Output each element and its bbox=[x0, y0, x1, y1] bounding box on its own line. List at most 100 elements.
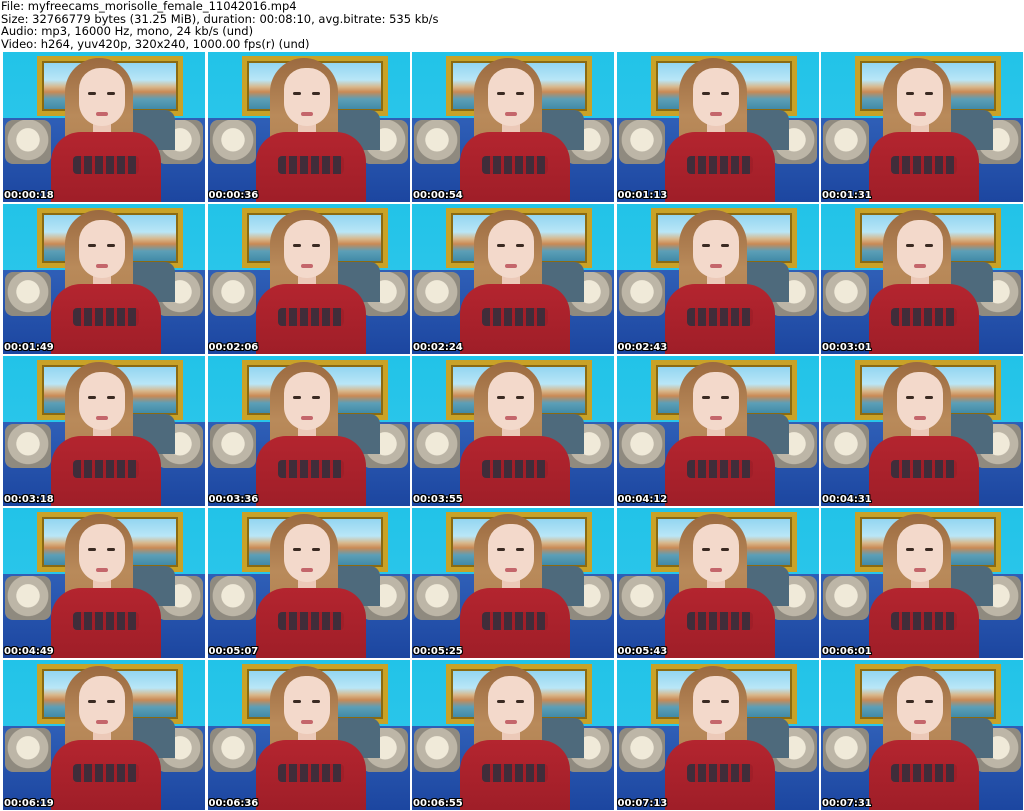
person-face-image bbox=[488, 676, 534, 734]
heart-pillow-image bbox=[209, 424, 256, 468]
sweater-print-image bbox=[277, 460, 344, 478]
video-thumbnail: 00:03:36 bbox=[207, 356, 410, 506]
person-sweater-image bbox=[869, 132, 979, 202]
video-thumbnail: 00:06:55 bbox=[412, 660, 614, 810]
video-thumbnail: 00:03:55 bbox=[412, 356, 614, 506]
heart-pillow-image bbox=[414, 728, 460, 772]
video-thumbnail: 00:01:49 bbox=[3, 204, 205, 354]
thumbnail-timestamp: 00:07:13 bbox=[617, 798, 668, 809]
person-sweater-image bbox=[664, 436, 775, 506]
person-face-image bbox=[283, 524, 330, 582]
person-sweater-image bbox=[460, 436, 570, 506]
thumbnail-timestamp: 00:01:49 bbox=[4, 342, 54, 353]
person-sweater-image bbox=[255, 588, 366, 658]
sweater-print-image bbox=[686, 612, 753, 630]
thumbnail-timestamp: 00:04:49 bbox=[4, 646, 54, 657]
person-face-image bbox=[692, 68, 739, 126]
person-sweater-image bbox=[869, 588, 979, 658]
person-face-image bbox=[488, 372, 534, 430]
sweater-print-image bbox=[277, 156, 344, 174]
person-face-image bbox=[692, 676, 739, 734]
person-face-image bbox=[692, 372, 739, 430]
person-sweater-image bbox=[869, 284, 979, 354]
heart-pillow-image bbox=[618, 120, 665, 164]
video-thumbnail: 00:00:36 bbox=[207, 52, 410, 202]
person-sweater-image bbox=[664, 132, 775, 202]
sweater-print-image bbox=[277, 308, 344, 326]
video-thumbnail: 00:06:36 bbox=[207, 660, 410, 810]
sweater-print-image bbox=[482, 764, 548, 782]
thumbnail-timestamp: 00:05:25 bbox=[413, 646, 463, 657]
person-face-image bbox=[79, 372, 125, 430]
thumbnail-timestamp: 00:00:36 bbox=[208, 190, 259, 201]
person-face-image bbox=[897, 372, 943, 430]
thumbnail-timestamp: 00:00:18 bbox=[4, 190, 54, 201]
thumbnail-timestamp: 00:06:55 bbox=[413, 798, 463, 809]
video-thumbnail: 00:04:31 bbox=[821, 356, 1023, 506]
person-sweater-image bbox=[664, 740, 775, 810]
sweater-print-image bbox=[73, 308, 139, 326]
person-face-image bbox=[897, 524, 943, 582]
person-face-image bbox=[488, 220, 534, 278]
heart-pillow-image bbox=[823, 120, 869, 164]
person-sweater-image bbox=[255, 132, 366, 202]
person-face-image bbox=[283, 372, 330, 430]
heart-pillow-image bbox=[414, 576, 460, 620]
video-thumbnail: 00:03:18 bbox=[3, 356, 205, 506]
thumbnail-grid: 00:00:18 00:00:36 00:00:54 00:01:13 00:01:31… bbox=[3, 52, 1023, 810]
sweater-print-image bbox=[686, 156, 753, 174]
thumbnail-timestamp: 00:01:13 bbox=[617, 190, 668, 201]
heart-pillow-image bbox=[209, 728, 256, 772]
thumbnail-timestamp: 00:03:36 bbox=[208, 494, 259, 505]
person-sweater-image bbox=[51, 588, 161, 658]
person-sweater-image bbox=[51, 132, 161, 202]
heart-pillow-image bbox=[618, 424, 665, 468]
person-face-image bbox=[283, 68, 330, 126]
person-face-image bbox=[897, 220, 943, 278]
heart-pillow-image bbox=[823, 728, 869, 772]
video-info-header: File: myfreecams_morisolle_female_110420… bbox=[1, 0, 1021, 50]
person-sweater-image bbox=[664, 588, 775, 658]
video-thumbnail: 00:06:19 bbox=[3, 660, 205, 810]
heart-pillow-image bbox=[209, 576, 256, 620]
video-thumbnail: 00:04:12 bbox=[616, 356, 819, 506]
sweater-print-image bbox=[73, 612, 139, 630]
person-sweater-image bbox=[255, 740, 366, 810]
heart-pillow-image bbox=[618, 576, 665, 620]
thumbnail-timestamp: 00:03:01 bbox=[822, 342, 872, 353]
video-thumbnail: 00:06:01 bbox=[821, 508, 1023, 658]
thumbnail-timestamp: 00:06:36 bbox=[208, 798, 259, 809]
person-sweater-image bbox=[460, 132, 570, 202]
thumbnail-timestamp: 00:02:24 bbox=[413, 342, 463, 353]
person-sweater-image bbox=[51, 436, 161, 506]
person-face-image bbox=[79, 676, 125, 734]
sweater-print-image bbox=[482, 612, 548, 630]
thumbnail-timestamp: 00:00:54 bbox=[413, 190, 463, 201]
person-face-image bbox=[79, 524, 125, 582]
sweater-print-image bbox=[482, 308, 548, 326]
video-thumbnail: 00:03:01 bbox=[821, 204, 1023, 354]
person-face-image bbox=[79, 68, 125, 126]
person-face-image bbox=[488, 68, 534, 126]
thumbnail-timestamp: 00:05:43 bbox=[617, 646, 668, 657]
thumbnail-timestamp: 00:03:18 bbox=[4, 494, 54, 505]
person-sweater-image bbox=[869, 740, 979, 810]
video-thumbnail: 00:02:06 bbox=[207, 204, 410, 354]
person-face-image bbox=[692, 220, 739, 278]
thumbnail-timestamp: 00:03:55 bbox=[413, 494, 463, 505]
video-info-line: Video: h264, yuv420p, 320x240, 1000.00 f… bbox=[1, 36, 310, 51]
heart-pillow-image bbox=[414, 272, 460, 316]
heart-pillow-image bbox=[5, 728, 51, 772]
thumbnail-timestamp: 00:04:12 bbox=[617, 494, 668, 505]
person-sweater-image bbox=[255, 436, 366, 506]
sweater-print-image bbox=[891, 460, 957, 478]
person-sweater-image bbox=[869, 436, 979, 506]
video-thumbnail: 00:04:49 bbox=[3, 508, 205, 658]
thumbnail-timestamp: 00:02:43 bbox=[617, 342, 668, 353]
video-thumbnail: 00:05:43 bbox=[616, 508, 819, 658]
person-face-image bbox=[283, 220, 330, 278]
heart-pillow-image bbox=[823, 576, 869, 620]
sweater-print-image bbox=[73, 460, 139, 478]
video-thumbnail: 00:00:54 bbox=[412, 52, 614, 202]
sweater-print-image bbox=[891, 308, 957, 326]
